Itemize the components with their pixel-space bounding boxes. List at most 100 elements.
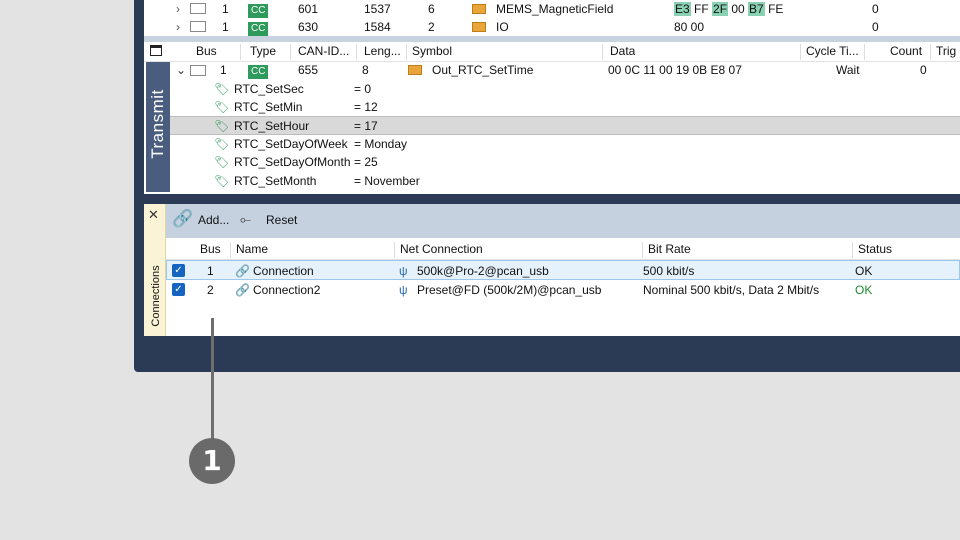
tag-icon: 🏷 [214,155,230,169]
name-cell: Connection2 [253,283,321,297]
header-name[interactable]: Name [236,242,268,256]
can-id-cell: 630 [298,20,319,34]
header-bus[interactable]: Bus [196,44,217,58]
header-bit-rate[interactable]: Bit Rate [648,242,691,256]
connections-tab[interactable]: ✕ Connections [144,204,166,336]
usb-icon: ψ [399,283,408,297]
table-row[interactable]: › 1 CC 601 1537 6 MEMS_MagneticField E3 … [144,0,960,18]
header-length[interactable]: Leng... [364,44,408,58]
net-connection-cell: Preset@FD (500k/2M)@pcan_usb [417,283,602,297]
status-cell: OK [855,264,873,278]
symbol-cell: IO [496,20,509,34]
count-cell: 0 [872,20,879,34]
status-cell: OK [855,283,873,297]
header-net-connection[interactable]: Net Connection [400,242,483,256]
enable-checkbox[interactable]: ✓ [172,264,185,277]
connection-row[interactable]: ✓ 2 🔗 Connection2 ψ Preset@FD (500k/2M)@… [166,280,960,300]
link-icon: 🔗 [235,264,250,278]
reset-button[interactable]: Reset [266,213,297,227]
cc-badge: CC [248,65,269,79]
tag-icon: 🏷 [214,174,230,188]
link-add-icon[interactable]: 🔗 [172,209,193,229]
message-icon [472,0,486,18]
signal-value[interactable]: = 12 [354,98,378,117]
signal-row[interactable]: 🏷 RTC_SetMin = 12 [170,98,960,117]
expand-chevron-icon[interactable]: › [176,0,180,18]
signal-name: RTC_SetMin [234,100,303,114]
header-trigger[interactable]: Trig [936,44,956,58]
cc-badge: CC [248,22,269,36]
bit-rate-cell: 500 kbit/s [643,264,695,278]
header-status[interactable]: Status [858,242,892,256]
header-can-id[interactable]: CAN-ID... [298,44,356,58]
app-window: › 1 CC 601 1537 6 MEMS_MagneticField E3 … [134,0,960,372]
bus-cell: 1 [220,63,227,77]
disconnect-icon[interactable]: ⟜ [240,211,251,228]
tag-icon: 🏷 [214,100,230,114]
dlc-cell: 2 [428,20,435,34]
header-cycle-time[interactable]: Cycle Ti... [806,44,866,58]
bus-cell: 1 [207,264,214,278]
connections-toolbar: 🔗 Add... ⟜ Reset [166,204,960,238]
callout-badge: 1 [189,438,235,484]
transmit-tab[interactable]: Transmit [146,62,170,192]
signal-row[interactable]: 🏷 RTC_SetSec = 0 [170,80,960,99]
column-chooser-icon[interactable] [150,45,162,56]
length-cell: 1584 [364,20,391,34]
transmit-tab-label: Transmit [148,89,167,159]
connections-header: Bus Name Net Connection Bit Rate Status [166,240,960,260]
connections-tab-label: Connections [150,265,162,327]
type-cell: CC [248,18,269,36]
signal-name: RTC_SetMonth [234,174,317,188]
symbol-cell: Out_RTC_SetTime [432,63,534,77]
header-bus[interactable]: Bus [200,242,221,256]
envelope-open-icon [190,65,206,76]
usb-icon: ψ [399,264,408,278]
transmit-pane: Bus Type CAN-ID... Leng... Symbol Data C… [144,42,960,194]
header-symbol[interactable]: Symbol [412,44,452,58]
table-row[interactable]: › 1 CC 630 1584 2 IO 80 00 0 [144,18,960,36]
signal-name: RTC_SetHour [234,119,310,133]
signal-value[interactable]: = 17 [354,117,378,136]
receive-list: › 1 CC 601 1537 6 MEMS_MagneticField E3 … [144,0,960,36]
bit-rate-cell: Nominal 500 kbit/s, Data 2 Mbit/s [643,283,820,297]
data-cell: E3 FF 2F 00 B7 FE [674,2,784,16]
connection-row[interactable]: ✓ 1 🔗 Connection ψ 500k@Pro-2@pcan_usb 5… [166,260,960,280]
signal-value[interactable]: = 25 [354,153,378,172]
dlc-cell: 6 [428,2,435,16]
envelope-icon [190,21,206,32]
collapse-chevron-icon[interactable]: ⌄ [176,61,186,80]
message-icon [472,18,486,36]
signal-name: RTC_SetDayOfMonth [234,155,351,169]
enable-checkbox[interactable]: ✓ [172,283,185,296]
transmit-message-row[interactable]: ⌄ 1 CC 655 8 Out_RTC_SetTime 00 0C 11 00… [170,61,960,80]
expand-chevron-icon[interactable]: › [176,18,180,36]
signal-row[interactable]: 🏷 RTC_SetMonth = November [170,172,960,191]
header-data[interactable]: Data [610,44,635,58]
data-cell: 80 00 [674,20,705,34]
signal-value[interactable]: = 0 [354,80,371,99]
type-cell: CC [248,0,269,18]
callout-line [211,318,214,440]
signal-value[interactable]: = November [354,172,420,191]
close-icon[interactable]: ✕ [148,207,159,223]
count-cell: 0 [920,63,927,77]
signal-row[interactable]: 🏷 RTC_SetDayOfWeek = Monday [170,135,960,154]
cc-badge: CC [248,4,269,18]
cycle-cell: Wait [836,63,860,77]
tag-icon: 🏷 [214,119,230,133]
symbol-cell: MEMS_MagneticField [496,2,614,16]
signal-value[interactable]: = Monday [354,135,407,154]
bus-cell: 1 [222,2,229,16]
can-id-cell: 601 [298,2,319,16]
type-cell: CC [248,61,269,80]
header-type[interactable]: Type [250,44,276,58]
can-id-cell: 655 [298,63,319,77]
add-button[interactable]: Add... [198,213,229,227]
header-count[interactable]: Count [890,44,922,58]
transmit-header: Bus Type CAN-ID... Leng... Symbol Data C… [144,42,960,62]
signal-row-selected[interactable]: 🏷 RTC_SetHour = 17 [170,116,960,135]
signal-row[interactable]: 🏷 RTC_SetDayOfMonth = 25 [170,153,960,172]
data-cell: 00 0C 11 00 19 0B E8 07 [608,63,742,77]
length-cell: 8 [362,63,369,77]
